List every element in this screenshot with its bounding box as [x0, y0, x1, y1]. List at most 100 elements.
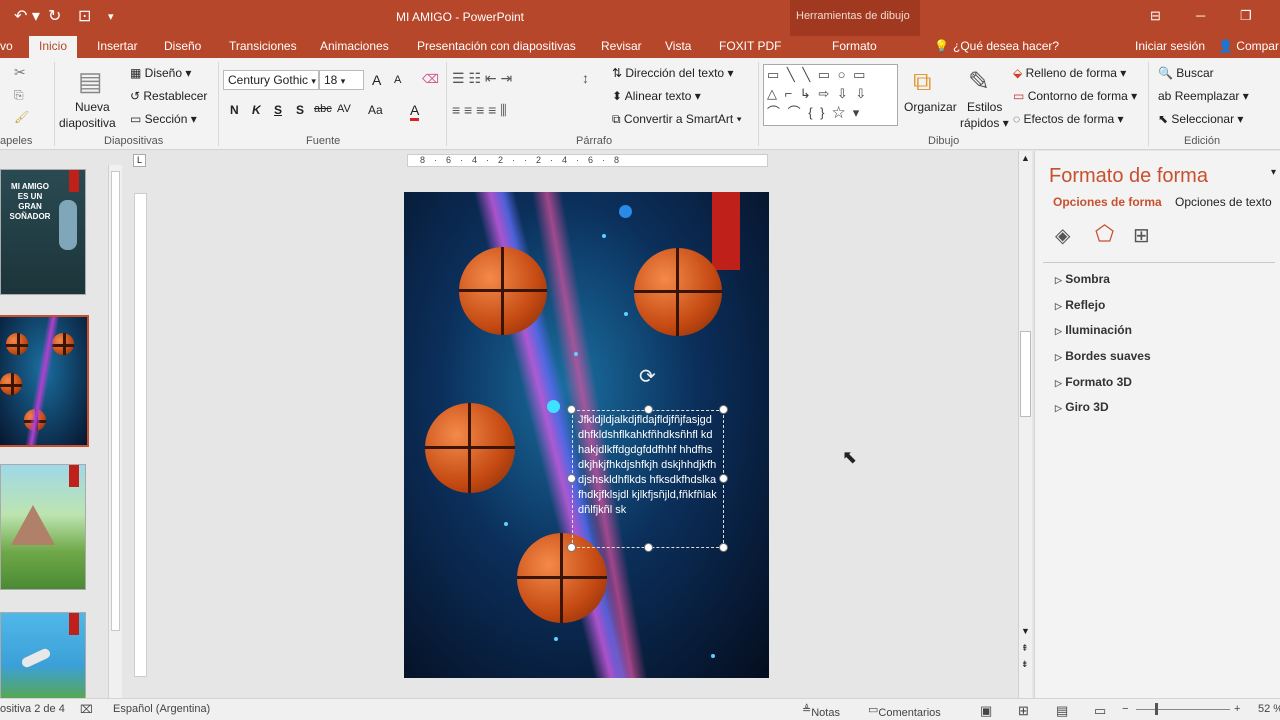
quick-styles-label2[interactable]: rápidos ▾ [960, 116, 1009, 130]
shapes-row-1[interactable]: ▭ ╲ ╲ ▭ ○ ▭ [767, 65, 894, 84]
reset-button[interactable]: ↺ Restablecer [130, 89, 207, 103]
language-indicator[interactable]: Español (Argentina) [113, 703, 210, 715]
tab-format[interactable]: Formato [832, 39, 877, 53]
copy-icon[interactable]: ⎘ [14, 88, 24, 103]
tab-file[interactable]: vo [0, 39, 13, 53]
editor-scroll-thumb[interactable] [1020, 331, 1031, 417]
quick-styles-label[interactable]: Estilos [967, 100, 1002, 114]
panel-options-icon[interactable]: ▾ [1271, 167, 1276, 178]
rotate-handle-icon[interactable]: ⟳ [639, 364, 656, 389]
char-spacing-button[interactable]: AV [337, 103, 351, 115]
notes-button[interactable]: ≜ Notas [802, 703, 840, 719]
section-reflection[interactable]: ▷ Reflejo [1055, 298, 1105, 312]
resize-handle[interactable] [644, 405, 653, 414]
shrink-font-button[interactable]: A [394, 74, 401, 86]
cut-icon[interactable]: ✂ [14, 64, 26, 81]
resize-handle[interactable] [644, 543, 653, 552]
resize-handle[interactable] [719, 543, 728, 552]
thumbnails-scroll-thumb[interactable] [111, 171, 120, 631]
shapes-row-3[interactable]: ⌒ ⌒ { } ☆ ▾ [767, 103, 894, 122]
align-text-button[interactable]: ⬍ Alinear texto ▾ [612, 89, 701, 103]
basketball-image[interactable] [459, 247, 547, 335]
previous-slide-icon[interactable]: ⇞ [1021, 643, 1029, 654]
tab-review[interactable]: Revisar [601, 39, 642, 53]
basketball-image[interactable] [425, 403, 515, 493]
font-color-button[interactable]: A [410, 102, 420, 121]
tab-foxit[interactable]: FOXIT PDF [719, 39, 781, 53]
text-direction-button[interactable]: ⇅ Dirección del texto ▾ [612, 66, 733, 80]
align-icons[interactable]: ≡ ≡ ≡ ≡ ⫼ [452, 102, 507, 119]
zoom-slider-thumb[interactable] [1155, 703, 1158, 715]
resize-handle[interactable] [719, 474, 728, 483]
quick-styles-icon[interactable]: ✎ [968, 66, 990, 97]
new-slide-label[interactable]: Nueva [75, 100, 110, 114]
format-painter-icon[interactable]: 🖌 [14, 110, 29, 124]
zoom-in-icon[interactable]: + [1234, 703, 1240, 715]
strikethrough-button[interactable]: abc [314, 103, 332, 115]
shape-fill-button[interactable]: ⬙ Relleno de forma ▾ [1013, 66, 1126, 80]
section-3d-rotation[interactable]: ▷ Giro 3D [1055, 400, 1109, 414]
editor-scrollbar[interactable]: ▲ ▼ ⇞ ⇟ [1018, 151, 1032, 698]
slide-thumbnail-3[interactable] [0, 464, 86, 590]
clear-format-icon[interactable]: ⌫ [422, 72, 439, 86]
new-slide-label2[interactable]: diapositiva [59, 116, 116, 130]
red-bar-shape[interactable] [712, 192, 740, 270]
ribbon-display-options-icon[interactable]: ⊟ [1150, 8, 1161, 24]
share-button[interactable]: 👤 Compar [1218, 39, 1279, 53]
select-button[interactable]: ⬉ Seleccionar ▾ [1158, 112, 1243, 126]
text-options-tab[interactable]: Opciones de texto [1175, 195, 1272, 209]
section-3d-format[interactable]: ▷ Formato 3D [1055, 375, 1132, 389]
slide-sorter-icon[interactable]: ⊞ [1018, 703, 1029, 719]
size-properties-icon[interactable]: ⊞ [1133, 223, 1150, 248]
vertical-ruler[interactable] [134, 193, 147, 677]
tell-me-search[interactable]: ¿Qué desea hacer? [953, 39, 1059, 53]
restore-icon[interactable]: ❐ [1240, 8, 1252, 24]
scroll-up-icon[interactable]: ▲ [1021, 153, 1030, 163]
slideshow-icon[interactable]: ▭ [1094, 703, 1106, 719]
slide-thumbnail-1[interactable]: MI AMIGO ES UN GRAN SOÑADOR [0, 169, 86, 295]
find-button[interactable]: 🔍 Buscar [1158, 66, 1214, 80]
tab-transitions[interactable]: Transiciones [229, 39, 297, 53]
change-case-button[interactable]: Aa [368, 103, 383, 117]
horizontal-ruler[interactable]: 8·6·4·2··2·4·6·8 [407, 154, 768, 167]
grow-font-button[interactable]: A [372, 72, 381, 88]
arrange-label[interactable]: Organizar [904, 100, 957, 114]
tab-slideshow[interactable]: Presentación con diapositivas [417, 39, 576, 53]
shapes-row-2[interactable]: △ ⌐ ↳ ⇨ ⇩ ⇩ [767, 84, 894, 103]
resize-handle[interactable] [719, 405, 728, 414]
italic-button[interactable]: K [252, 103, 261, 117]
resize-handle[interactable] [567, 405, 576, 414]
zoom-out-icon[interactable]: − [1122, 703, 1128, 715]
line-spacing-icon[interactable]: ↕ [582, 70, 589, 86]
arrange-icon[interactable]: ⧉ [913, 66, 932, 98]
basketball-image[interactable] [634, 248, 722, 336]
font-size-select[interactable]: 18 ▾ [319, 70, 364, 90]
tab-home[interactable]: Inicio [29, 36, 78, 58]
tab-view[interactable]: Vista [665, 39, 691, 53]
resize-handle[interactable] [567, 543, 576, 552]
section-glow[interactable]: ▷ Iluminación [1055, 323, 1132, 337]
convert-smartart-button[interactable]: ⧉ Convertir a SmartArt ▾ [612, 112, 742, 127]
resize-handle[interactable] [567, 474, 576, 483]
section-button[interactable]: ▭ Sección ▾ [130, 112, 197, 126]
spellcheck-icon[interactable]: ⌧ [80, 703, 93, 716]
font-name-select[interactable]: Century Gothic ▾ [223, 70, 319, 90]
shapes-gallery[interactable]: ▭ ╲ ╲ ▭ ○ ▭ △ ⌐ ↳ ⇨ ⇩ ⇩ ⌒ ⌒ { } ☆ ▾ [763, 64, 898, 126]
section-shadow[interactable]: ▷ Sombra [1055, 272, 1110, 286]
section-soft-edges[interactable]: ▷ Bordes suaves [1055, 349, 1151, 363]
tab-selector[interactable]: L [133, 154, 146, 167]
text-box-content[interactable]: Jfkldjldjalkdjfldajfldjfñjfasjgd dhfklds… [578, 414, 717, 516]
new-slide-icon[interactable]: ▤ [78, 66, 103, 97]
zoom-slider[interactable] [1136, 709, 1230, 710]
effects-icon[interactable]: ⬠ [1095, 221, 1114, 247]
shape-options-tab[interactable]: Opciones de forma [1053, 195, 1162, 209]
reading-view-icon[interactable]: ▤ [1056, 703, 1068, 719]
selected-text-box[interactable]: Jfkldjldjalkdjfldajfldjfñjfasjgd dhfklds… [572, 410, 724, 548]
slide-thumbnail-2[interactable] [0, 315, 89, 447]
tab-insert[interactable]: Insertar [97, 39, 138, 53]
normal-view-icon[interactable]: ▣ [980, 703, 992, 719]
thumbnails-scrollbar[interactable] [108, 165, 122, 698]
tab-design[interactable]: Diseño [164, 39, 201, 53]
fill-line-icon[interactable]: ◈ [1055, 223, 1070, 248]
layout-button[interactable]: ▦ Diseño ▾ [130, 66, 191, 80]
